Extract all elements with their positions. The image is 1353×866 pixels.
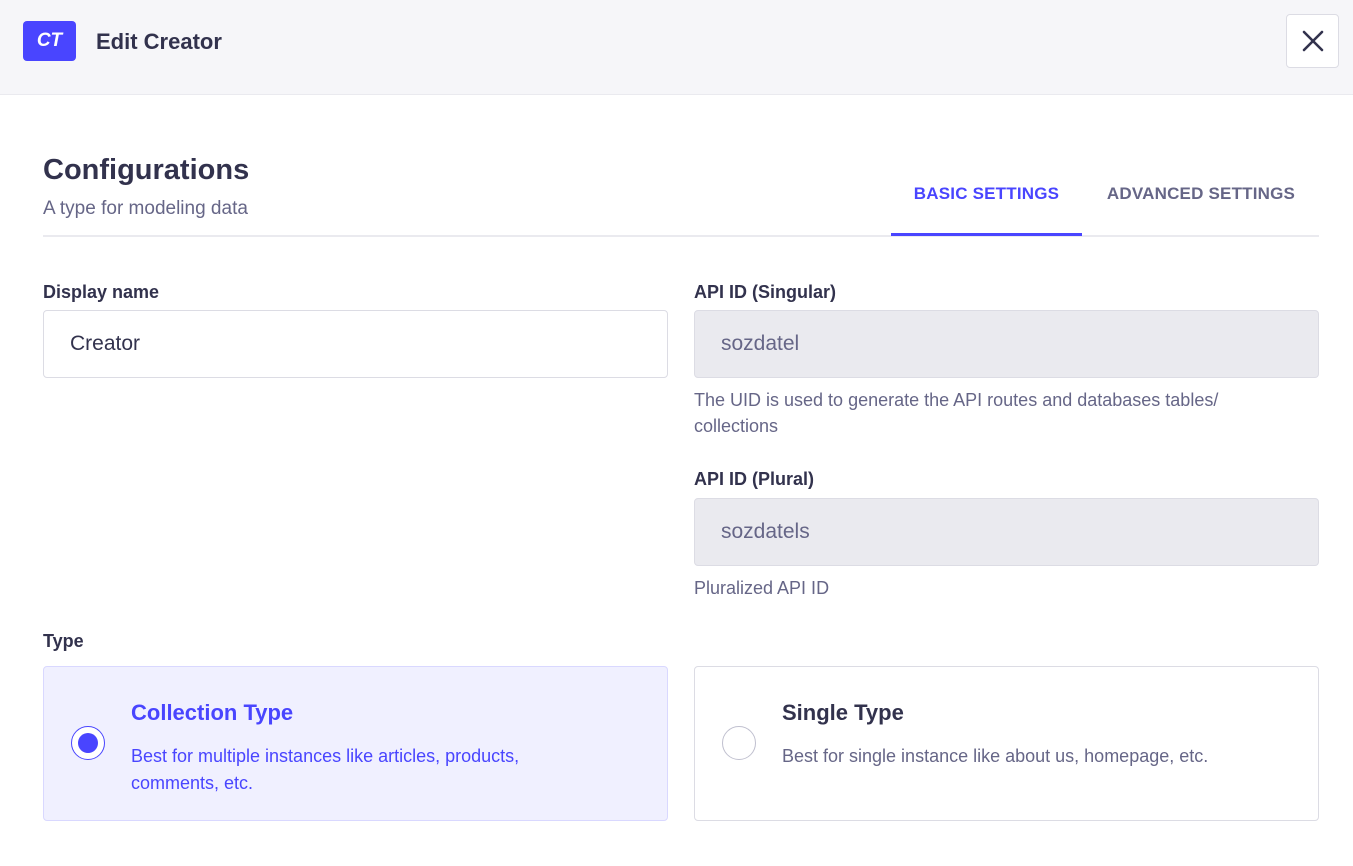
section-subtitle: A type for modeling data <box>43 198 248 219</box>
api-id-singular-input: sozdatel <box>694 310 1319 378</box>
close-button[interactable] <box>1286 14 1339 68</box>
api-id-singular-label: API ID (Singular) <box>694 282 837 302</box>
api-id-plural-hint: Pluralized API ID <box>694 578 830 598</box>
single-type-radio[interactable] <box>722 726 756 760</box>
api-id-plural-label: API ID (Plural) <box>694 469 815 489</box>
collection-type-title: Collection Type <box>131 700 294 725</box>
modal-title: Edit Creator <box>96 29 222 54</box>
type-label: Type <box>43 631 84 651</box>
api-id-plural-input: sozdatels <box>694 498 1319 566</box>
collection-type-description: Best for multiple instances like article… <box>131 746 520 793</box>
single-type-option[interactable]: Single Type Best for single instance lik… <box>694 666 1319 821</box>
content-type-badge: CT <box>23 21 76 61</box>
collection-type-radio[interactable] <box>71 726 105 760</box>
single-type-description: Best for single instance like about us, … <box>782 746 1209 766</box>
close-icon <box>1302 30 1323 52</box>
single-type-title: Single Type <box>782 700 904 725</box>
section-title: Configurations <box>43 154 250 186</box>
tab-basic-settings[interactable]: BASIC SETTINGS <box>891 170 1082 236</box>
collection-type-option[interactable]: Collection Type Best for multiple instan… <box>43 666 668 821</box>
display-name-input[interactable]: Creator <box>43 310 668 378</box>
api-id-singular-hint: The UID is used to generate the API rout… <box>694 390 1219 436</box>
tab-advanced-settings[interactable]: ADVANCED SETTINGS <box>1092 170 1310 236</box>
display-name-label: Display name <box>43 282 160 302</box>
modal-header: CT Edit Creator <box>0 0 1353 95</box>
